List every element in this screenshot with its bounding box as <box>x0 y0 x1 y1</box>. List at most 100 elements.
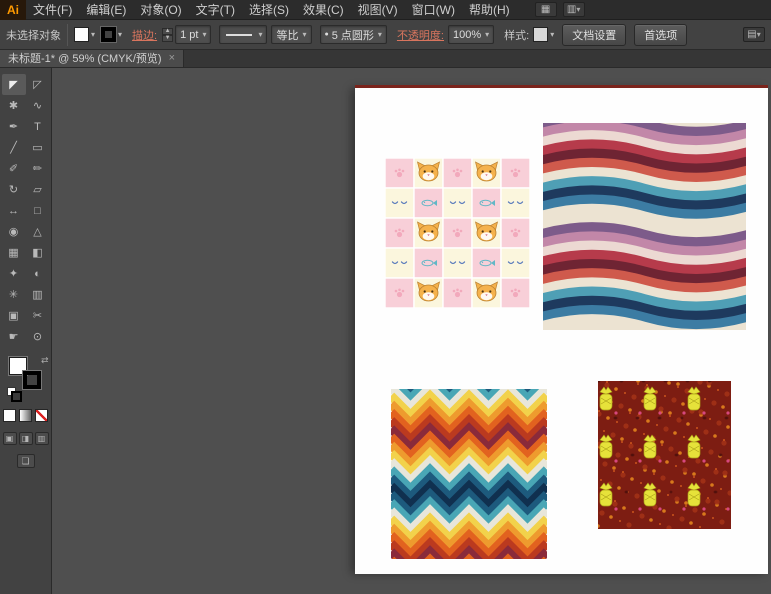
menu-item-5[interactable]: 效果(C) <box>296 0 351 20</box>
drawing-modes-row: ▣ ◨ ▥ <box>3 432 49 445</box>
paintbrush-tool[interactable]: ✐ <box>2 158 26 179</box>
menu-item-0[interactable]: 文件(F) <box>26 0 79 20</box>
menu-item-3[interactable]: 文字(T) <box>189 0 242 20</box>
menu-item-4[interactable]: 选择(S) <box>242 0 296 20</box>
document-tab-label: 未标题-1* @ 59% (CMYK/预览) <box>8 50 162 66</box>
stroke-color-dropdown[interactable]: ▾ <box>101 27 122 42</box>
scale-tool[interactable]: ▱ <box>26 179 50 200</box>
brush-dot-icon: ● <box>325 31 329 38</box>
chevron-down-icon: ▾ <box>485 30 489 39</box>
magic-wand-tool[interactable]: ✱ <box>2 95 26 116</box>
document-tab[interactable]: 未标题-1* @ 59% (CMYK/预览) × <box>0 49 184 67</box>
document-setup-button[interactable]: 文档设置 <box>562 24 626 46</box>
profile-dropdown[interactable]: 等比 ▾ <box>271 25 311 44</box>
menu-item-7[interactable]: 窗口(W) <box>405 0 462 20</box>
control-bar: 未选择对象 ▾ ▾ 描边: ▲ ▼ 1 pt ▾ ▾ 等比 ▾ ● 5 点圆形 … <box>0 20 771 50</box>
line-segment-tool[interactable]: ╱ <box>2 137 26 158</box>
opacity-dropdown[interactable]: 100% ▾ <box>448 25 494 44</box>
column-graph-tool[interactable]: ▥ <box>26 284 50 305</box>
default-fill-stroke-icon[interactable] <box>7 387 16 396</box>
stroke-weight-stepper[interactable]: ▲ ▼ <box>162 28 173 42</box>
app-logo: Ai <box>0 0 26 20</box>
chevron-down-icon: ▾ <box>302 30 306 39</box>
bridge-icon[interactable]: ▦ <box>535 2 557 17</box>
type-tool[interactable]: T <box>26 116 50 137</box>
menubar: Ai 文件(F)编辑(E)对象(O)文字(T)选择(S)效果(C)视图(V)窗口… <box>0 0 771 20</box>
mesh-tool[interactable]: ▦ <box>2 242 26 263</box>
tools-grid: ◤◸✱∿✒T╱▭✐✏↻▱↔□◉△▦◧✦◐✳▥▣✂☛⊙ <box>2 74 50 347</box>
stroke-weight-value: 1 pt <box>180 29 198 41</box>
menu-item-2[interactable]: 对象(O) <box>133 0 188 20</box>
document-tab-bar: 未标题-1* @ 59% (CMYK/预览) × <box>0 50 771 68</box>
opacity-value: 100% <box>453 29 481 41</box>
separator <box>67 24 68 46</box>
stroke-panel-link[interactable]: 描边: <box>132 27 157 43</box>
control-panel-menu-icon[interactable]: ▤ ▾ <box>743 27 765 42</box>
style-swatch <box>533 27 548 42</box>
chevron-down-icon: ▾ <box>118 30 122 39</box>
shape-builder-tool[interactable]: ◉ <box>2 221 26 242</box>
stroke-weight-input[interactable]: 1 pt ▾ <box>175 25 211 44</box>
bleed-guide-line <box>355 85 768 88</box>
hand-tool[interactable]: ☛ <box>2 326 26 347</box>
eyedropper-tool[interactable]: ✦ <box>2 263 26 284</box>
stepper-down-icon[interactable]: ▼ <box>162 35 173 42</box>
gradient-button[interactable] <box>19 409 32 422</box>
cat-checker-pattern[interactable] <box>385 158 530 308</box>
orange-damask-pattern[interactable] <box>598 381 731 529</box>
menu-item-1[interactable]: 编辑(E) <box>79 0 133 20</box>
none-button[interactable] <box>35 409 48 422</box>
chevron-down-icon: ▾ <box>258 30 262 39</box>
preferences-button[interactable]: 首选项 <box>634 24 687 46</box>
menubar-icons: ▦ ▥ ▾ <box>535 2 585 17</box>
pen-tool[interactable]: ✒ <box>2 116 26 137</box>
fill-color-dropdown[interactable]: ▾ <box>74 27 95 42</box>
symbol-sprayer-tool[interactable]: ✳ <box>2 284 26 305</box>
stepper-up-icon[interactable]: ▲ <box>162 28 173 35</box>
chevron-down-icon: ▾ <box>576 5 580 14</box>
rectangle-tool[interactable]: ▭ <box>26 137 50 158</box>
draw-normal-button[interactable]: ▣ <box>3 432 17 445</box>
stroke-swatch <box>101 27 116 42</box>
brush-definition-dropdown[interactable]: ● 5 点圆形 ▾ <box>320 25 387 44</box>
artboard[interactable] <box>355 88 768 574</box>
blend-tool[interactable]: ◐ <box>26 263 50 284</box>
chevron-zigzag-pattern[interactable] <box>391 389 547 559</box>
draw-behind-button[interactable]: ◨ <box>19 432 33 445</box>
screen-mode-button[interactable]: ❏ <box>17 454 35 468</box>
canvas-area[interactable] <box>52 68 771 594</box>
color-button[interactable] <box>3 409 16 422</box>
arrange-documents-icon[interactable]: ▥ ▾ <box>563 2 585 17</box>
variable-width-profile-dropdown[interactable]: ▾ <box>219 25 267 44</box>
free-transform-tool[interactable]: □ <box>26 200 50 221</box>
profile-value: 等比 <box>276 27 298 43</box>
swap-fill-stroke-icon[interactable]: ⇄ <box>41 355 49 366</box>
brush-value: 5 点圆形 <box>332 27 374 43</box>
width-tool[interactable]: ↔ <box>2 200 26 221</box>
style-dropdown[interactable]: ▾ <box>533 27 554 42</box>
selection-tool[interactable]: ◤ <box>2 74 26 95</box>
stroke-color-swatch[interactable] <box>23 371 41 389</box>
close-icon[interactable]: × <box>169 52 175 64</box>
rainbow-wave-pattern[interactable] <box>543 123 746 330</box>
menu-item-8[interactable]: 帮助(H) <box>462 0 517 20</box>
chevron-down-icon: ▾ <box>550 30 554 39</box>
slice-tool[interactable]: ✂ <box>26 305 50 326</box>
rotate-tool[interactable]: ↻ <box>2 179 26 200</box>
fill-stroke-indicator: ⇄ <box>3 355 49 399</box>
pencil-tool[interactable]: ✏ <box>26 158 50 179</box>
lasso-tool[interactable]: ∿ <box>26 95 50 116</box>
direct-selection-tool[interactable]: ◸ <box>26 74 50 95</box>
opacity-panel-link[interactable]: 不透明度: <box>397 27 444 43</box>
gradient-tool[interactable]: ◧ <box>26 242 50 263</box>
selection-status: 未选择对象 <box>6 27 61 43</box>
draw-inside-button[interactable]: ▥ <box>35 432 49 445</box>
perspective-grid-tool[interactable]: △ <box>26 221 50 242</box>
artboard-tool[interactable]: ▣ <box>2 305 26 326</box>
chevron-down-icon: ▾ <box>378 30 382 39</box>
color-type-row <box>3 409 48 422</box>
menubar-items: 文件(F)编辑(E)对象(O)文字(T)选择(S)效果(C)视图(V)窗口(W)… <box>26 0 517 20</box>
zoom-tool[interactable]: ⊙ <box>26 326 50 347</box>
menu-item-6[interactable]: 视图(V) <box>351 0 405 20</box>
fill-swatch <box>74 27 89 42</box>
